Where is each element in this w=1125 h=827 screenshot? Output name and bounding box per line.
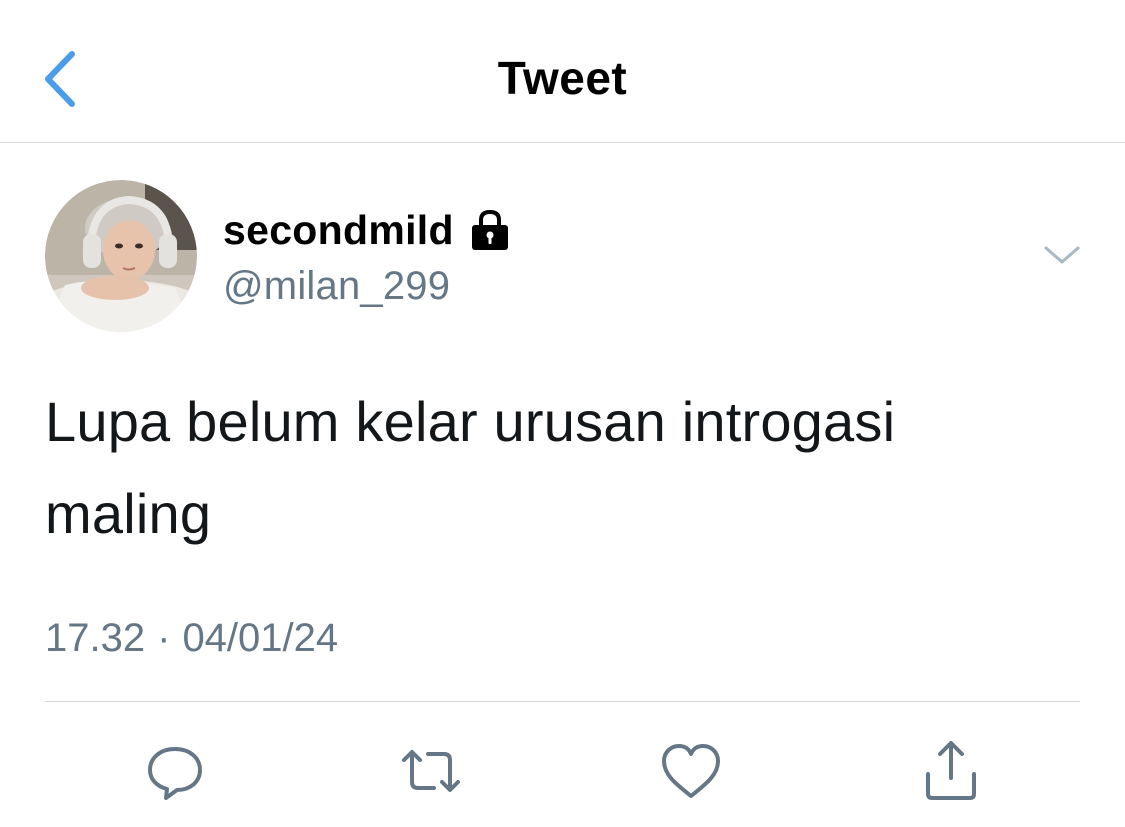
lock-icon xyxy=(471,209,508,250)
display-name: secondmild xyxy=(223,207,454,253)
tweet-time: 17.32 xyxy=(45,616,146,660)
like-icon xyxy=(662,744,720,798)
retweet-icon xyxy=(402,750,460,792)
retweet-button[interactable] xyxy=(396,736,466,806)
action-bar xyxy=(0,730,1125,810)
tweet-timestamp: 17.32 · 04/01/24 xyxy=(45,612,338,664)
author-name-row[interactable]: secondmild xyxy=(223,204,512,256)
avatar[interactable] xyxy=(45,180,197,332)
tweet-date: 04/01/24 xyxy=(182,616,339,660)
tweet-text-line: Lupa belum kelar urusan introgasi xyxy=(45,390,896,453)
timestamp-separator: · xyxy=(157,616,171,660)
navigation-bar: Tweet xyxy=(0,0,1125,143)
tweet-text-line: maling xyxy=(45,482,212,545)
share-icon xyxy=(926,741,976,800)
share-button[interactable] xyxy=(916,736,986,806)
page-title: Tweet xyxy=(497,52,628,104)
reply-button[interactable] xyxy=(140,736,210,806)
chevron-down-icon xyxy=(1044,246,1080,264)
tweet-text: Lupa belum kelar urusan introgasi maling xyxy=(45,376,1085,560)
tweet-options-button[interactable] xyxy=(1040,238,1084,274)
profile-photo xyxy=(45,180,197,332)
divider xyxy=(45,701,1080,702)
like-button[interactable] xyxy=(656,736,726,806)
reply-icon xyxy=(148,747,202,800)
user-handle[interactable]: @milan_299 xyxy=(223,262,450,310)
